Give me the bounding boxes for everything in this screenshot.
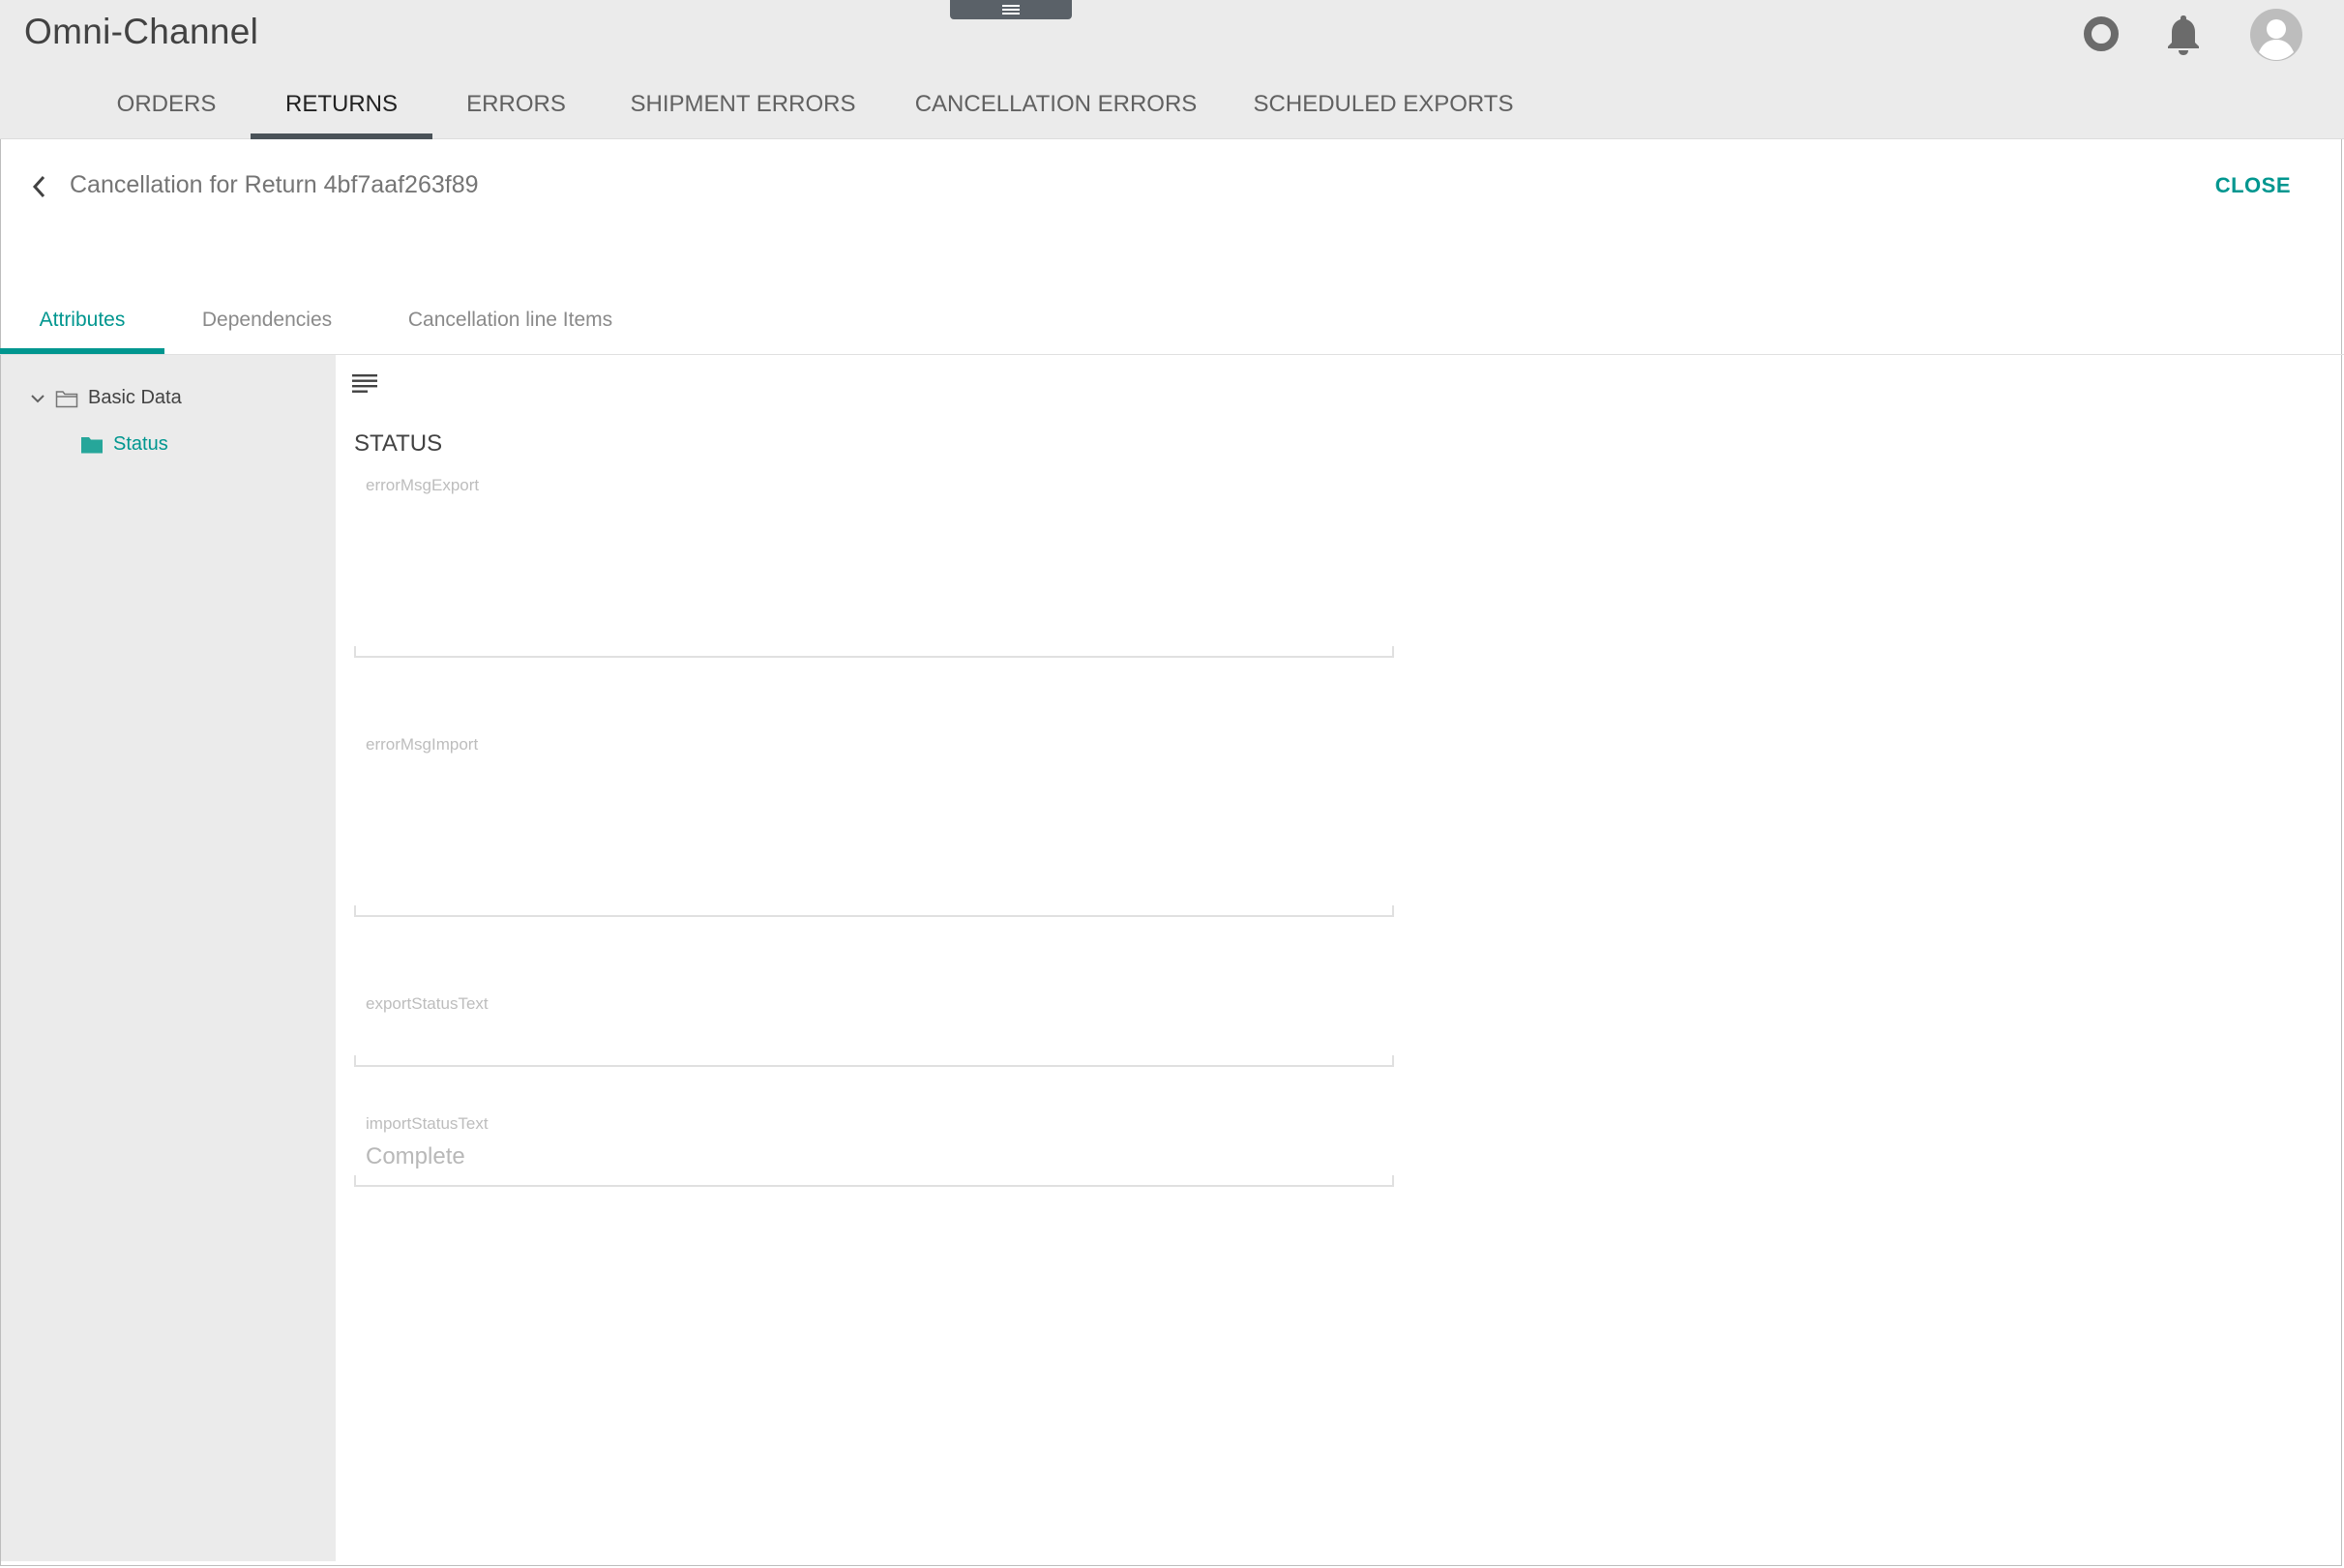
attributes-panel: STATUS errorMsgExport errorMsgImport exp…	[336, 355, 2343, 1561]
notifications-button[interactable]	[2165, 12, 2202, 61]
field-import-status-text: importStatusText Complete	[354, 1114, 1394, 1187]
tree-node-label: Basic Data	[88, 387, 182, 408]
help-ring-icon	[2084, 16, 2119, 51]
detail-title: Cancellation for Return 4bf7aaf263f89	[70, 171, 479, 198]
export-status-text-input[interactable]	[366, 1023, 1372, 1054]
menu-grip-button[interactable]	[950, 0, 1072, 19]
tab-shipment-errors[interactable]: SHIPMENT ERRORS	[628, 75, 858, 139]
tree-node-status[interactable]: Status	[80, 433, 168, 456]
detail-tabs: Attributes Dependencies Cancellation lin…	[0, 290, 2344, 355]
section-menu-button[interactable]	[352, 371, 377, 399]
active-subtab-indicator	[0, 348, 164, 354]
folder-outline-icon	[55, 390, 78, 407]
tab-orders[interactable]: ORDERS	[114, 75, 219, 139]
section-title: STATUS	[354, 430, 443, 457]
import-status-text-input[interactable]: Complete	[366, 1143, 1372, 1174]
app-title: Omni-Channel	[24, 12, 259, 51]
close-button[interactable]: CLOSE	[2215, 173, 2291, 198]
chevron-down-icon	[31, 394, 45, 402]
tab-dependencies[interactable]: Dependencies	[184, 290, 350, 354]
attribute-tree: Basic Data Status	[1, 355, 336, 1561]
field-label: exportStatusText	[366, 994, 489, 1013]
field-export-status-text: exportStatusText	[354, 994, 1394, 1067]
field-label: importStatusText	[366, 1114, 489, 1133]
app-header: Omni-Channel ORDERS RETURNS ERRORS SHIPM…	[0, 0, 2344, 139]
folder-icon	[81, 436, 103, 453]
bell-icon	[2168, 15, 2199, 55]
menu-grip-icon	[1002, 5, 1020, 15]
help-button[interactable]	[2083, 15, 2120, 57]
avatar-icon	[2250, 9, 2302, 61]
tab-cancellation-errors[interactable]: CANCELLATION ERRORS	[915, 75, 1198, 139]
active-tab-indicator	[251, 133, 432, 139]
tab-cancellation-line-items[interactable]: Cancellation line Items	[387, 290, 634, 354]
field-label: errorMsgImport	[366, 735, 479, 754]
tab-attributes[interactable]: Attributes	[0, 290, 164, 354]
tree-node-basic-data[interactable]: Basic Data	[30, 387, 182, 409]
tab-errors[interactable]: ERRORS	[464, 75, 568, 139]
back-button[interactable]	[29, 174, 50, 204]
field-label: errorMsgExport	[366, 476, 480, 494]
text-lines-icon	[352, 374, 377, 393]
tab-scheduled-exports[interactable]: SCHEDULED EXPORTS	[1254, 75, 1514, 139]
tab-returns[interactable]: RETURNS	[251, 75, 432, 139]
tree-node-label: Status	[113, 433, 168, 455]
chevron-left-icon	[32, 175, 45, 198]
error-msg-import-input[interactable]	[366, 766, 1372, 909]
field-error-msg-export: errorMsgExport	[354, 476, 1394, 658]
field-error-msg-import: errorMsgImport	[354, 735, 1394, 917]
main-nav: ORDERS RETURNS ERRORS SHIPMENT ERRORS CA…	[0, 75, 1645, 139]
profile-button[interactable]	[2249, 8, 2303, 67]
error-msg-export-input[interactable]	[366, 507, 1372, 650]
